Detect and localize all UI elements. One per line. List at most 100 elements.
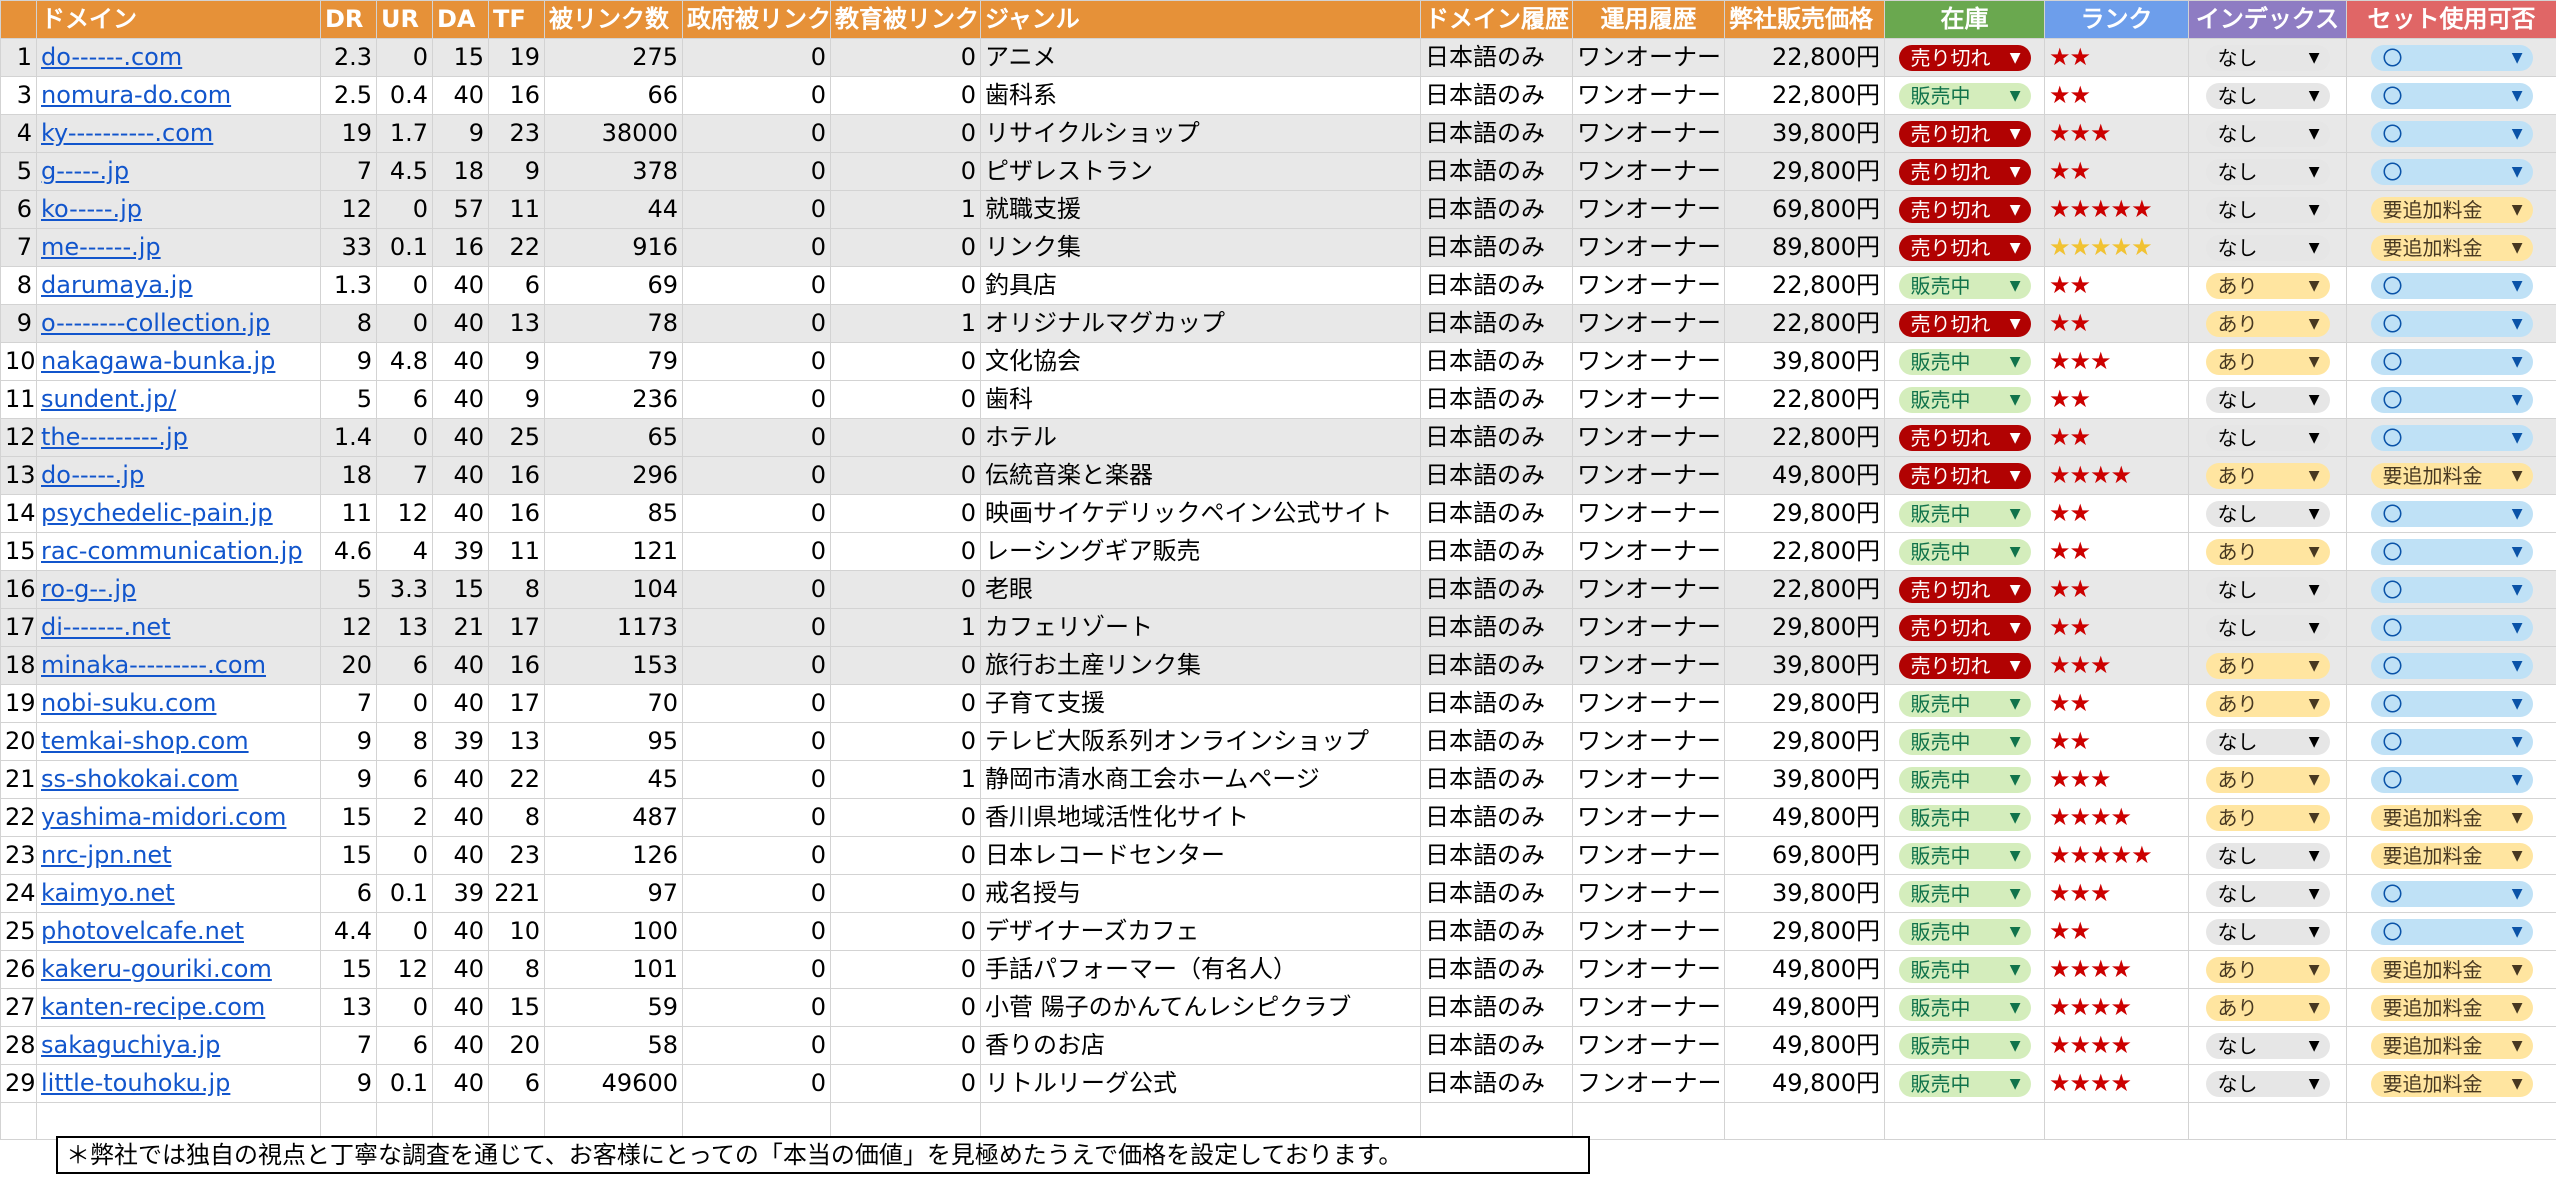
ops-history-cell[interactable]: ワンオーナー [1572, 836, 1725, 875]
backlinks-cell[interactable]: 44 [544, 190, 683, 229]
da-cell[interactable]: 40 [432, 760, 489, 799]
stock-dropdown[interactable]: 販売中 ▼ [1898, 843, 2031, 869]
edu-links-cell[interactable]: 0 [830, 152, 981, 191]
ops-history-cell[interactable]: ワンオーナー [1572, 190, 1725, 229]
domain-link[interactable]: minaka---------.com [41, 651, 266, 679]
price-cell[interactable]: 22,800円 [1724, 266, 1885, 305]
da-cell[interactable]: 40 [432, 798, 489, 837]
set-dropdown[interactable]: 〇 ▼ [2370, 45, 2533, 71]
ops-history-cell[interactable]: ワンオーナー [1572, 646, 1725, 685]
da-cell[interactable]: 40 [432, 684, 489, 723]
domain-history-cell[interactable]: 日本語のみ [1420, 836, 1573, 875]
da-cell[interactable]: 40 [432, 418, 489, 457]
empty-cell[interactable] [1420, 1102, 1573, 1140]
set-dropdown[interactable]: 〇 ▼ [2370, 311, 2533, 337]
index-dropdown[interactable]: あり ▼ [2205, 653, 2330, 679]
domain-history-cell[interactable]: 日本語のみ [1420, 912, 1573, 951]
ops-history-cell[interactable]: ワンオーナー [1572, 228, 1725, 267]
genre-cell[interactable]: 映画サイケデリックペイン公式サイト [980, 494, 1421, 533]
genre-cell[interactable]: 子育て支援 [980, 684, 1421, 723]
stock-dropdown[interactable]: 販売中 ▼ [1898, 83, 2031, 109]
gov-links-cell[interactable]: 0 [682, 798, 831, 837]
domain-history-cell[interactable]: 日本語のみ [1420, 190, 1573, 229]
gov-links-cell[interactable]: 0 [682, 342, 831, 381]
ur-cell[interactable]: 0.1 [376, 874, 433, 913]
dr-cell[interactable]: 4.4 [320, 912, 377, 951]
tf-cell[interactable]: 17 [488, 684, 545, 723]
price-cell[interactable]: 29,800円 [1724, 152, 1885, 191]
price-cell[interactable]: 29,800円 [1724, 912, 1885, 951]
domain-history-cell[interactable]: 日本語のみ [1420, 38, 1573, 77]
domain-link[interactable]: photovelcafe.net [41, 917, 244, 945]
domain-link[interactable]: little-touhoku.jp [41, 1069, 230, 1097]
gov-links-cell[interactable]: 0 [682, 760, 831, 799]
domain-history-cell[interactable]: 日本語のみ [1420, 1064, 1573, 1103]
set-dropdown[interactable]: 〇 ▼ [2370, 121, 2533, 147]
edu-links-cell[interactable]: 0 [830, 1026, 981, 1065]
index-dropdown[interactable]: あり ▼ [2205, 995, 2330, 1021]
set-dropdown[interactable]: 要追加料金 ▼ [2370, 843, 2533, 869]
da-cell[interactable]: 40 [432, 836, 489, 875]
tf-cell[interactable]: 16 [488, 646, 545, 685]
domain-history-cell[interactable]: 日本語のみ [1420, 1026, 1573, 1065]
ur-cell[interactable]: 0 [376, 988, 433, 1027]
edu-links-cell[interactable]: 0 [830, 950, 981, 989]
dr-cell[interactable]: 1.4 [320, 418, 377, 457]
da-cell[interactable]: 40 [432, 646, 489, 685]
empty-cell[interactable] [320, 1102, 377, 1140]
da-cell[interactable]: 40 [432, 950, 489, 989]
ops-history-cell[interactable]: ワンオーナー [1572, 38, 1725, 77]
da-cell[interactable]: 40 [432, 76, 489, 115]
ops-history-cell[interactable]: ワンオーナー [1572, 342, 1725, 381]
domain-link[interactable]: nomura-do.com [41, 81, 231, 109]
domain-link[interactable]: nobi-suku.com [41, 689, 216, 717]
empty-cell[interactable] [830, 1102, 981, 1140]
backlinks-cell[interactable]: 59 [544, 988, 683, 1027]
da-cell[interactable]: 40 [432, 456, 489, 495]
price-cell[interactable]: 22,800円 [1724, 532, 1885, 571]
stock-dropdown[interactable]: 販売中 ▼ [1898, 805, 2031, 831]
index-dropdown[interactable]: あり ▼ [2205, 691, 2330, 717]
ur-cell[interactable]: 0 [376, 266, 433, 305]
genre-cell[interactable]: 香川県地域活性化サイト [980, 798, 1421, 837]
gov-links-cell[interactable]: 0 [682, 608, 831, 647]
header-genre[interactable]: ジャンル [980, 0, 1421, 39]
dr-cell[interactable]: 6 [320, 874, 377, 913]
set-dropdown[interactable]: 〇 ▼ [2370, 83, 2533, 109]
genre-cell[interactable]: 戒名授与 [980, 874, 1421, 913]
domain-link[interactable]: psychedelic-pain.jp [41, 499, 273, 527]
backlinks-cell[interactable]: 1173 [544, 608, 683, 647]
gov-links-cell[interactable]: 0 [682, 76, 831, 115]
genre-cell[interactable]: 老眼 [980, 570, 1421, 609]
dr-cell[interactable]: 9 [320, 1064, 377, 1103]
backlinks-cell[interactable]: 121 [544, 532, 683, 571]
set-dropdown[interactable]: 〇 ▼ [2370, 425, 2533, 451]
index-dropdown[interactable]: あり ▼ [2205, 273, 2330, 299]
domain-link[interactable]: nakagawa-bunka.jp [41, 347, 275, 375]
set-dropdown[interactable]: 要追加料金 ▼ [2370, 197, 2533, 223]
domain-link[interactable]: kanten-recipe.com [41, 993, 265, 1021]
genre-cell[interactable]: デザイナーズカフェ [980, 912, 1421, 951]
price-cell[interactable]: 49,800円 [1724, 1026, 1885, 1065]
gov-links-cell[interactable]: 0 [682, 912, 831, 951]
domain-history-cell[interactable]: 日本語のみ [1420, 532, 1573, 571]
backlinks-cell[interactable]: 78 [544, 304, 683, 343]
tf-cell[interactable]: 23 [488, 114, 545, 153]
edu-links-cell[interactable]: 1 [830, 608, 981, 647]
empty-cell[interactable] [1572, 1102, 1725, 1140]
ur-cell[interactable]: 4 [376, 532, 433, 571]
header-gov-links[interactable]: 政府被リンク [682, 0, 831, 39]
set-dropdown[interactable]: 〇 ▼ [2370, 919, 2533, 945]
edu-links-cell[interactable]: 0 [830, 836, 981, 875]
edu-links-cell[interactable]: 0 [830, 798, 981, 837]
ur-cell[interactable]: 12 [376, 950, 433, 989]
dr-cell[interactable]: 4.6 [320, 532, 377, 571]
edu-links-cell[interactable]: 0 [830, 570, 981, 609]
index-dropdown[interactable]: なし ▼ [2205, 159, 2330, 185]
gov-links-cell[interactable]: 0 [682, 266, 831, 305]
da-cell[interactable]: 15 [432, 38, 489, 77]
header-tf[interactable]: TF [488, 0, 545, 39]
price-cell[interactable]: 29,800円 [1724, 684, 1885, 723]
ops-history-cell[interactable]: ワンオーナー [1572, 266, 1725, 305]
stock-dropdown[interactable]: 売り切れ ▼ [1898, 45, 2031, 71]
